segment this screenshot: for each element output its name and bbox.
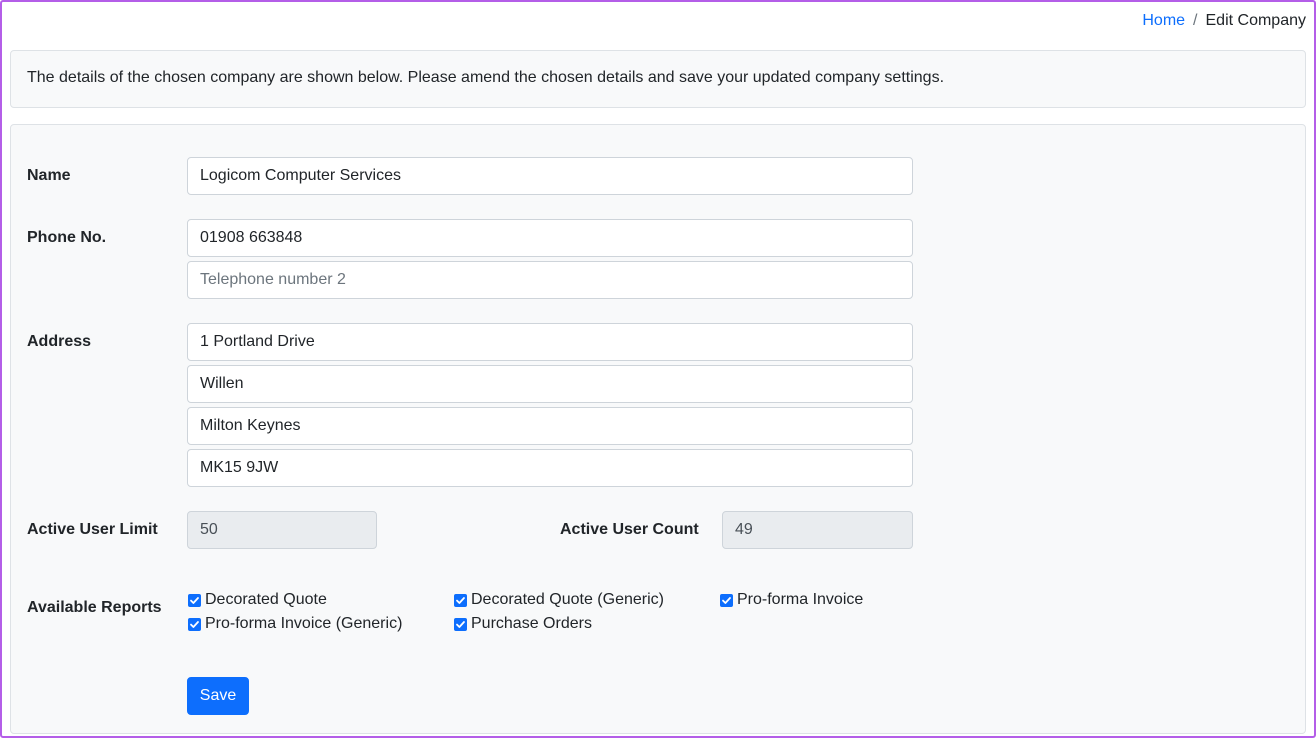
available-reports-label: Available Reports xyxy=(27,599,162,616)
address-label: Address xyxy=(27,333,92,350)
checkbox-checked-icon[interactable] xyxy=(720,593,733,607)
address-line-1-input[interactable] xyxy=(187,323,913,361)
breadcrumb-separator: / xyxy=(1193,12,1198,29)
phone-2-input[interactable] xyxy=(187,261,913,299)
active-user-limit-input xyxy=(187,511,377,549)
save-button[interactable]: Save xyxy=(187,677,249,715)
breadcrumb: Home / Edit Company xyxy=(1142,12,1306,30)
report-option-label: Decorated Quote (Generic) xyxy=(471,591,664,608)
checkbox-checked-icon[interactable] xyxy=(454,617,467,631)
active-user-limit-label: Active User Limit xyxy=(27,521,158,538)
report-option-label: Purchase Orders xyxy=(471,615,592,632)
report-option-decorated-quote[interactable]: Decorated Quote xyxy=(188,591,327,609)
report-option-label: Pro-forma Invoice xyxy=(737,591,864,608)
phone-label: Phone No. xyxy=(27,229,107,246)
report-option-label: Pro-forma Invoice (Generic) xyxy=(205,615,403,632)
info-panel: The details of the chosen company are sh… xyxy=(10,50,1306,108)
address-line-2-input[interactable] xyxy=(187,365,913,403)
checkbox-checked-icon[interactable] xyxy=(188,617,201,631)
breadcrumb-home-link[interactable]: Home xyxy=(1142,12,1185,30)
breadcrumb-current: Edit Company xyxy=(1205,12,1307,29)
name-label: Name xyxy=(27,167,71,184)
report-option-pro-forma-invoice-generic[interactable]: Pro-forma Invoice (Generic) xyxy=(188,615,402,633)
report-option-decorated-quote-generic[interactable]: Decorated Quote (Generic) xyxy=(454,591,664,609)
name-input[interactable] xyxy=(187,157,913,195)
checkbox-checked-icon[interactable] xyxy=(188,593,201,607)
address-line-3-input[interactable] xyxy=(187,407,913,445)
company-form: Name Phone No. Address Active User Limit… xyxy=(10,124,1306,734)
phone-1-input[interactable] xyxy=(187,219,913,257)
report-option-label: Decorated Quote xyxy=(205,591,327,608)
address-postcode-input[interactable] xyxy=(187,449,913,487)
active-user-count-label: Active User Count xyxy=(560,521,699,538)
report-option-pro-forma-invoice[interactable]: Pro-forma Invoice xyxy=(720,591,863,609)
info-text: The details of the chosen company are sh… xyxy=(27,69,945,86)
active-user-count-input xyxy=(722,511,913,549)
report-option-purchase-orders[interactable]: Purchase Orders xyxy=(454,615,592,633)
checkbox-checked-icon[interactable] xyxy=(454,593,467,607)
